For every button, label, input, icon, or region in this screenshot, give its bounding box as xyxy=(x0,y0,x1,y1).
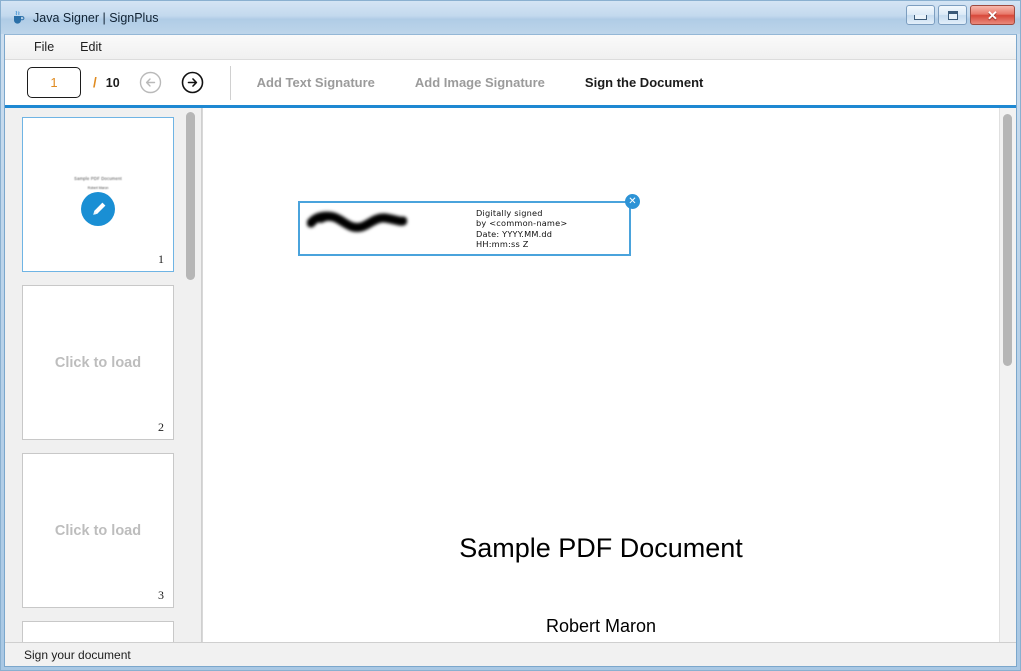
previous-page-button[interactable] xyxy=(138,70,163,95)
thumbnail-page-2[interactable]: Click to load 2 xyxy=(22,285,174,440)
sign-the-document-button[interactable]: Sign the Document xyxy=(571,69,717,96)
remove-signature-icon[interactable]: ✕ xyxy=(625,194,640,209)
thumbnail-preview-content: Sample PDF Document Robert Maron xyxy=(23,176,173,191)
thumbnail-mini-author: Robert Maron xyxy=(87,186,109,190)
thumbnail-list: Sample PDF Document Robert Maron 1 Click… xyxy=(5,108,201,642)
maximize-button[interactable] xyxy=(938,5,967,25)
main-body: Sample PDF Document Robert Maron 1 Click… xyxy=(5,108,1016,642)
signature-details: Digitally signed by <common-name> Date: … xyxy=(470,208,629,249)
thumbnail-load-label: Click to load xyxy=(54,522,142,539)
next-page-button[interactable] xyxy=(180,70,205,95)
viewer-scrollbar[interactable] xyxy=(999,108,1016,642)
minimize-button[interactable] xyxy=(906,5,935,25)
status-message: Sign your document xyxy=(24,647,131,662)
menu-bar: File Edit xyxy=(5,35,1016,60)
add-text-signature-button[interactable]: Add Text Signature xyxy=(243,69,389,96)
thumbnail-page-number: 2 xyxy=(158,420,164,434)
minimize-icon xyxy=(914,15,927,20)
status-bar: Sign your document xyxy=(5,642,1016,666)
thumbnail-page-1[interactable]: Sample PDF Document Robert Maron 1 xyxy=(22,117,174,272)
signature-drawing xyxy=(300,203,470,254)
thumbnail-page-3[interactable]: Click to load 3 xyxy=(22,453,174,608)
thumbnail-sidebar: Sample PDF Document Robert Maron 1 Click… xyxy=(5,108,202,642)
thumbnail-page-number: 1 xyxy=(158,252,164,266)
document-viewer: Digitally signed by <common-name> Date: … xyxy=(202,108,1016,642)
toolbar: / 10 Add Text Signature Add Image Signat… xyxy=(5,60,1016,108)
signature-line-3: Date: YYYY.MM.dd xyxy=(476,228,553,239)
handwritten-signature-mark xyxy=(307,211,407,232)
page-number-field[interactable] xyxy=(27,67,81,98)
sidebar-scrollbar[interactable] xyxy=(184,108,197,642)
window-title: Java Signer | SignPlus xyxy=(33,10,159,25)
signature-line-2: by <common-name> xyxy=(476,218,568,229)
java-coffee-cup-icon xyxy=(10,10,26,26)
title-bar: Java Signer | SignPlus ✕ xyxy=(1,1,1020,34)
thumbnail-page-4[interactable]: Click to load 4 xyxy=(22,621,174,642)
client-area: File Edit / 10 Add xyxy=(4,34,1017,667)
pencil-icon[interactable] xyxy=(81,192,115,226)
thumbnail-page-number: 3 xyxy=(158,588,164,602)
signature-line-4: HH:mm:ss Z xyxy=(476,238,529,249)
signature-line-1: Digitally signed xyxy=(476,208,543,219)
signature-widget[interactable]: Digitally signed by <common-name> Date: … xyxy=(298,194,640,256)
viewer-scrollbar-thumb[interactable] xyxy=(1003,114,1012,366)
document-author: Robert Maron xyxy=(545,616,657,636)
maximize-icon xyxy=(947,10,958,20)
thumbnail-load-label: Click to load xyxy=(54,354,142,371)
close-icon: ✕ xyxy=(987,7,998,23)
circled-arrow-right-icon xyxy=(181,71,203,94)
total-pages-label: 10 xyxy=(105,75,120,90)
sidebar-scrollbar-thumb[interactable] xyxy=(186,112,195,280)
menu-item-file[interactable]: File xyxy=(23,37,65,57)
toolbar-divider xyxy=(229,65,231,100)
pdf-page: Digitally signed by <common-name> Date: … xyxy=(203,108,999,642)
document-title: Sample PDF Document xyxy=(459,533,743,563)
page-separator: / xyxy=(93,75,97,90)
menu-item-edit[interactable]: Edit xyxy=(69,37,113,57)
application-window: Java Signer | SignPlus ✕ File Edit / 1 xyxy=(0,0,1021,671)
circled-arrow-left-icon xyxy=(139,71,161,94)
window-controls: ✕ xyxy=(906,5,1015,25)
page-number-input[interactable] xyxy=(28,74,80,91)
close-button[interactable]: ✕ xyxy=(970,5,1015,25)
add-image-signature-button[interactable]: Add Image Signature xyxy=(401,69,559,96)
thumbnail-mini-title: Sample PDF Document xyxy=(74,176,122,181)
